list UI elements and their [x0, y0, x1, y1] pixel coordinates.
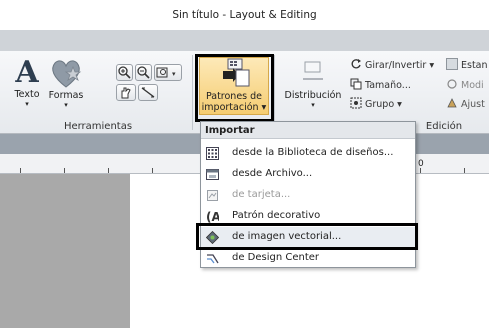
file-icon: [206, 169, 219, 180]
text-a-icon: A: [15, 55, 39, 90]
size-icon: [350, 78, 362, 90]
size-button[interactable]: Tamaño...: [350, 78, 411, 91]
menu-item-from-library[interactable]: desde la Biblioteca de diseños...: [201, 143, 415, 164]
stamp-label: Estan: [461, 60, 488, 71]
ribbon-tab-strip: [0, 30, 489, 51]
stamp-icon: [446, 58, 458, 70]
zoom-out-icon: [137, 66, 150, 79]
menu-item-from-design-center[interactable]: de Design Center: [201, 248, 415, 269]
menu-item-label: de Design Center: [232, 252, 320, 263]
chevron-down-icon: ▾: [64, 101, 68, 109]
text-tool-button[interactable]: A Texto ▾: [10, 55, 44, 109]
distribution-label: Distribución: [284, 90, 342, 101]
distribution-button[interactable]: Distribución ▾: [283, 57, 343, 115]
ruler-tick: [20, 168, 21, 173]
zoom-out-button[interactable]: [135, 64, 152, 81]
group-label-herramientas: Herramientas: [63, 121, 133, 132]
shapes-tool-label: Formas: [48, 90, 84, 101]
measure-icon: [141, 87, 155, 98]
title-bar: Sin título - Layout & Editing: [0, 0, 489, 30]
ruler-zero-label: 0: [418, 159, 424, 169]
modify-button[interactable]: Modi: [446, 78, 484, 91]
size-label: Tamaño...: [365, 80, 411, 91]
menu-item-label: de tarjeta...: [232, 189, 291, 200]
svg-text:(A): (A): [206, 210, 219, 223]
rotate-icon: [350, 58, 362, 70]
zoom-fit-dropdown[interactable]: ▾: [154, 64, 182, 81]
import-menu-header: Importar: [201, 122, 415, 139]
zoom-fit-icon: ▾: [156, 67, 176, 78]
library-icon: [206, 147, 219, 160]
modify-icon: [446, 78, 458, 90]
ruler-tick: [464, 168, 465, 173]
group-separator: [274, 55, 275, 130]
zoom-in-button[interactable]: [116, 64, 133, 81]
svg-text:▾: ▾: [172, 70, 176, 78]
pan-button[interactable]: [116, 84, 136, 101]
group-icon: [350, 97, 362, 109]
workspace-gray-area: [0, 174, 130, 328]
group-button[interactable]: Grupo ▾: [350, 97, 402, 110]
vector-image-item-highlight: [196, 223, 418, 250]
decorative-pattern-icon: (A): [206, 210, 219, 223]
measure-button[interactable]: [138, 84, 158, 101]
chevron-down-icon: ▾: [311, 101, 315, 109]
hand-icon: [121, 87, 131, 99]
group-label: Grupo ▾: [365, 99, 402, 110]
menu-item-label: desde Archivo...: [232, 168, 313, 179]
modify-label: Modi: [461, 80, 484, 91]
menu-item-label: desde la Biblioteca de diseños...: [232, 147, 394, 158]
shapes-tool-button[interactable]: Formas ▾: [46, 57, 86, 109]
menu-item-from-card[interactable]: de tarjeta...: [201, 185, 415, 206]
card-icon: [207, 190, 218, 201]
import-button-highlight: [195, 54, 274, 122]
distribution-icon: [303, 61, 323, 80]
ruler-tick: [64, 168, 65, 173]
text-tool-label: Texto: [14, 89, 40, 100]
adjust-icon: [446, 97, 458, 109]
rotate-flip-label: Girar/Invertir ▾: [365, 60, 435, 71]
design-center-icon: [207, 254, 219, 264]
adjust-button[interactable]: Ajust: [446, 97, 485, 110]
menu-item-from-file[interactable]: desde Archivo...: [201, 164, 415, 185]
chevron-down-icon: ▾: [25, 100, 29, 108]
group-separator: [192, 55, 193, 130]
heart-star-icon: [52, 60, 82, 88]
ruler-tick: [152, 168, 153, 173]
zoom-in-icon: [118, 66, 131, 79]
adjust-label: Ajust: [461, 99, 485, 110]
window-title: Sin título - Layout & Editing: [172, 9, 317, 21]
group-label-edicion: Edición: [425, 121, 463, 132]
menu-item-label: Patrón decorativo: [232, 210, 321, 221]
ruler-tick: [108, 168, 109, 173]
stamp-button[interactable]: Estan: [446, 58, 488, 71]
rotate-flip-button[interactable]: Girar/Invertir ▾: [350, 58, 434, 71]
